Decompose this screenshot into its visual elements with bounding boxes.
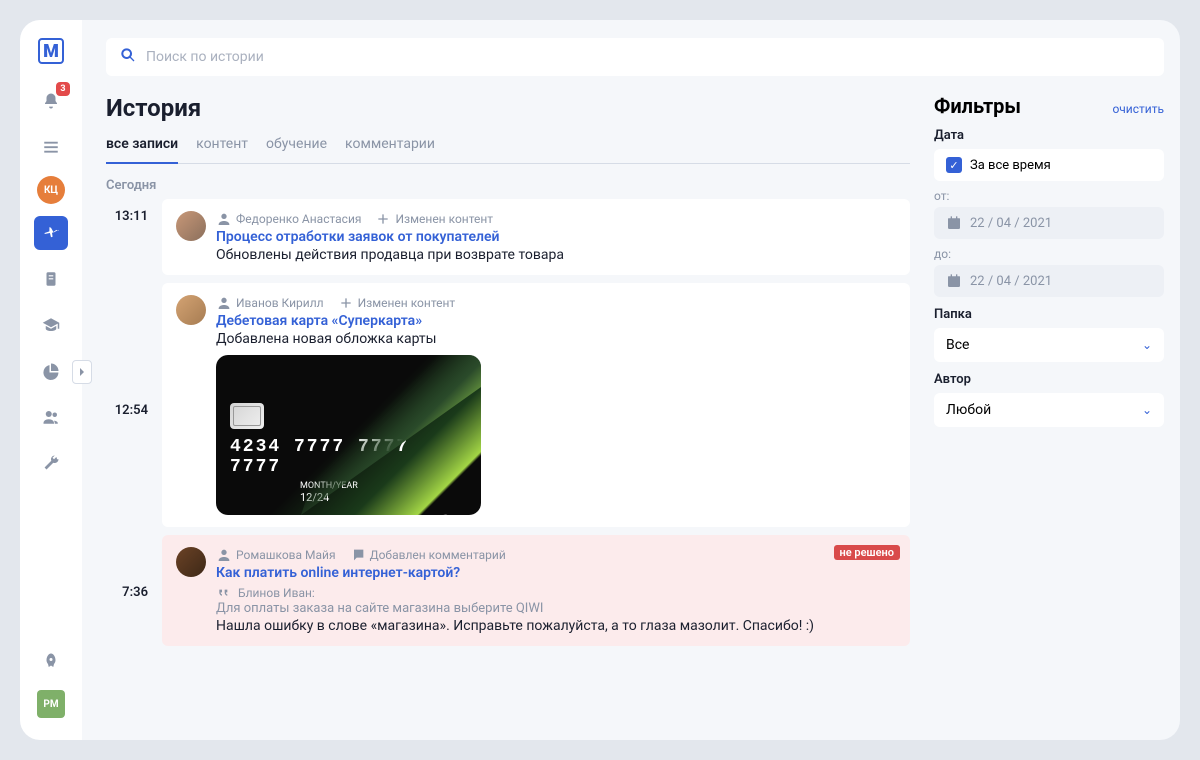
sidebar-expand-handle[interactable] bbox=[72, 360, 92, 384]
app-logo: M bbox=[38, 38, 64, 64]
history-card[interactable]: Федоренко Анастасия Изменен контент Проц… bbox=[162, 199, 910, 275]
filter-from-label: от: bbox=[934, 189, 1164, 203]
document-icon bbox=[42, 270, 60, 288]
entry-title[interactable]: Дебетовая карта «Суперкарта» bbox=[216, 313, 896, 329]
nav-users[interactable] bbox=[34, 400, 68, 434]
nav-history[interactable] bbox=[34, 216, 68, 250]
calendar-icon bbox=[946, 215, 962, 231]
filter-label-author: Автор bbox=[934, 372, 1164, 387]
tab-all[interactable]: все записи bbox=[106, 130, 178, 164]
calendar-icon bbox=[946, 273, 962, 289]
search-input[interactable] bbox=[146, 49, 1150, 65]
pie-chart-icon bbox=[42, 362, 60, 380]
card-expiry: MONTH/YEAR12/24 bbox=[230, 481, 467, 504]
action-meta: Изменен контент bbox=[338, 295, 456, 311]
nav-badge-rm[interactable]: РМ bbox=[37, 690, 65, 718]
graduation-cap-icon bbox=[42, 316, 60, 334]
entry-desc: Добавлена новая обложка карты bbox=[216, 331, 896, 347]
tab-comments[interactable]: комментарии bbox=[345, 130, 435, 164]
nav-analytics[interactable] bbox=[34, 354, 68, 388]
avatar bbox=[176, 295, 206, 325]
search-icon bbox=[120, 47, 136, 67]
checkbox-checked-icon: ✓ bbox=[946, 157, 962, 173]
rocket-icon bbox=[42, 652, 60, 670]
author-meta: Иванов Кирилл bbox=[216, 295, 324, 311]
tabs: все записи контент обучение комментарии bbox=[106, 130, 910, 164]
nav-settings[interactable] bbox=[34, 446, 68, 480]
filters-clear-link[interactable]: очистить bbox=[1112, 102, 1164, 116]
nav-badge-kc[interactable]: КЦ bbox=[37, 176, 65, 204]
notification-badge: 3 bbox=[56, 82, 70, 96]
user-icon bbox=[216, 211, 232, 227]
wrench-icon bbox=[42, 454, 60, 472]
chevron-right-icon bbox=[74, 364, 90, 380]
card-chip-icon bbox=[230, 403, 264, 429]
day-label: Сегодня bbox=[106, 172, 910, 199]
filter-author-select[interactable]: Любой ⌄ bbox=[934, 393, 1164, 427]
tab-learning[interactable]: обучение bbox=[266, 130, 327, 164]
pin-icon bbox=[42, 224, 60, 242]
avatar bbox=[176, 547, 206, 577]
quote-text: Для оплаты заказа на сайте магазина выбе… bbox=[216, 601, 896, 616]
filter-label-date: Дата bbox=[934, 128, 1164, 143]
search-bar[interactable] bbox=[106, 38, 1164, 76]
nav-menu[interactable] bbox=[34, 130, 68, 164]
user-icon bbox=[216, 547, 232, 563]
menu-icon bbox=[42, 138, 60, 156]
history-card-unresolved[interactable]: не решено Ромашкова Майя Добавлен коммен… bbox=[162, 535, 910, 646]
plus-icon bbox=[375, 211, 391, 227]
action-meta: Изменен контент bbox=[375, 211, 493, 227]
card-brand: VISA bbox=[415, 512, 467, 515]
filters-panel: Фильтры очистить Дата ✓ За все время от:… bbox=[934, 94, 1164, 740]
entry-time: 12:54 bbox=[106, 283, 162, 418]
entry-desc: Нашла ошибку в слове «магазина». Исправь… bbox=[216, 618, 896, 634]
nav-launch[interactable] bbox=[34, 644, 68, 678]
plus-icon bbox=[338, 295, 354, 311]
card-number: 4234 7777 7777 7777 bbox=[230, 437, 467, 477]
filter-date-all[interactable]: ✓ За все время bbox=[934, 149, 1164, 181]
status-badge: не решено bbox=[834, 545, 900, 560]
filter-to-label: до: bbox=[934, 247, 1164, 261]
user-icon bbox=[216, 295, 232, 311]
credit-card-preview: 4234 7777 7777 7777 MONTH/YEAR12/24 MAKS… bbox=[216, 355, 481, 515]
sidebar: M 3 КЦ РМ bbox=[20, 20, 82, 740]
author-meta: Ромашкова Майя bbox=[216, 547, 336, 563]
avatar bbox=[176, 211, 206, 241]
filters-title: Фильтры bbox=[934, 94, 1021, 118]
author-meta: Федоренко Анастасия bbox=[216, 211, 361, 227]
chevron-down-icon: ⌄ bbox=[1142, 403, 1152, 417]
entry-desc: Обновлены действия продавца при возврате… bbox=[216, 247, 896, 263]
page-title: История bbox=[106, 94, 910, 122]
entry-title[interactable]: Как платить online интернет-картой? bbox=[216, 565, 896, 581]
entry-title[interactable]: Процесс отработки заявок от покупателей bbox=[216, 229, 896, 245]
nav-notifications[interactable]: 3 bbox=[34, 84, 68, 118]
comment-icon bbox=[350, 547, 366, 563]
nav-learning[interactable] bbox=[34, 308, 68, 342]
filter-date-to[interactable]: 22 / 04 / 2021 bbox=[934, 265, 1164, 297]
entry-time: 7:36 bbox=[106, 535, 162, 600]
tab-content[interactable]: контент bbox=[196, 130, 248, 164]
quote-icon bbox=[216, 585, 232, 601]
filter-label-folder: Папка bbox=[934, 307, 1164, 322]
entry-time: 13:11 bbox=[106, 199, 162, 224]
users-icon bbox=[42, 408, 60, 426]
filter-date-from[interactable]: 22 / 04 / 2021 bbox=[934, 207, 1164, 239]
quote-author: Блинов Иван: bbox=[216, 585, 896, 601]
action-meta: Добавлен комментарий bbox=[350, 547, 506, 563]
filter-folder-select[interactable]: Все ⌄ bbox=[934, 328, 1164, 362]
history-card[interactable]: Иванов Кирилл Изменен контент Дебетовая … bbox=[162, 283, 910, 527]
chevron-down-icon: ⌄ bbox=[1142, 338, 1152, 352]
nav-docs[interactable] bbox=[34, 262, 68, 296]
